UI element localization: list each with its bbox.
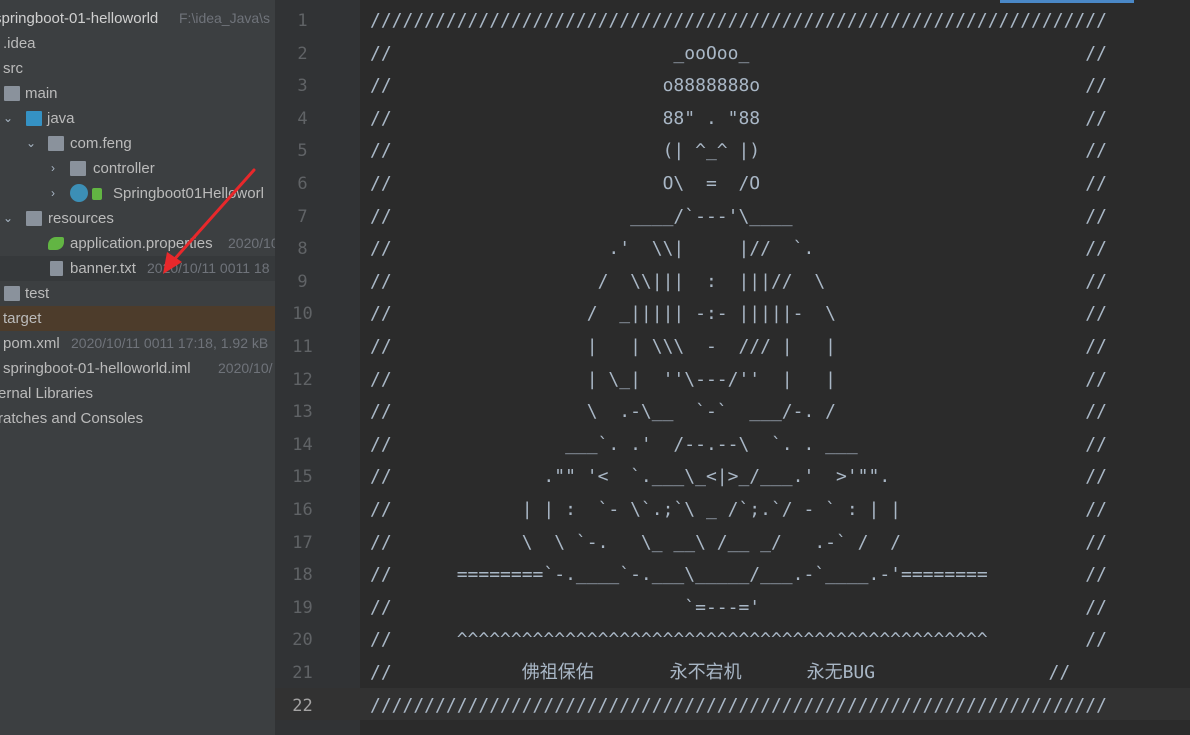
line-number: 1	[297, 11, 308, 31]
code-line[interactable]: // ========`-.____`-.___\_____/___.-`___…	[370, 559, 1107, 591]
code-line[interactable]: // / _||||| -:- |||||- \ //	[370, 298, 1107, 330]
tree-item-target[interactable]: target	[0, 306, 275, 331]
line-number: 4	[297, 108, 308, 129]
tree-item-label: pom.xml	[3, 335, 60, 352]
active-tab-indicator	[1000, 0, 1134, 3]
line-number: 10	[292, 304, 313, 325]
line-number: 16	[292, 500, 313, 520]
code-line[interactable]: // O\ = /O //	[370, 168, 1107, 200]
tree-item-scratches[interactable]: ratches and Consoles	[0, 406, 275, 431]
line-number: 5	[297, 141, 308, 162]
code-line[interactable]: // 88" . "88 //	[370, 103, 1107, 135]
line-number: 9	[297, 271, 308, 292]
code-line[interactable]: ////////////////////////////////////////…	[370, 690, 1107, 722]
code-line[interactable]: // / \\||| : |||// \ //	[370, 266, 1107, 298]
code-line[interactable]: // | | : `- \`.;`\ _ /`;.`/ - ` : | | //	[370, 494, 1107, 526]
code-line[interactable]: // \ \ `-. \_ __\ /__ _/ .-` / / //	[370, 527, 1107, 559]
code-line[interactable]: // o8888888o //	[370, 70, 1107, 102]
line-number: 19	[292, 597, 313, 618]
line-number: 14	[292, 434, 313, 455]
code-line[interactable]: // | | \\\ - /// | | //	[370, 331, 1107, 363]
code-line[interactable]: // | \_| ''\---/'' | | //	[370, 364, 1107, 396]
project-panel: springboot-01-helloworld F:\idea_Java\s …	[0, 0, 275, 735]
code-line[interactable]: // ^^^^^^^^^^^^^^^^^^^^^^^^^^^^^^^^^^^^^…	[370, 624, 1107, 656]
code-line[interactable]: // (| ^_^ |) //	[370, 135, 1107, 167]
tree-item-label: ratches and Consoles	[0, 410, 144, 427]
tree-item-label: springboot-01-helloworld.iml	[3, 360, 191, 377]
code-line[interactable]: // 佛祖保佑 永不宕机 永无BUG //	[370, 657, 1070, 689]
tree-item-meta: 2020/10/11 0011 17:18, 1.92 kB	[71, 335, 269, 351]
tree-item-meta: 2020/10/	[218, 360, 273, 376]
tree-item-pom-xml[interactable]: pom.xml 2020/10/11 0011 17:18, 1.92 kB	[0, 331, 275, 356]
line-number: 22	[292, 695, 313, 716]
line-number: 11	[292, 337, 313, 357]
line-number: 18	[292, 565, 313, 586]
code-line[interactable]: // \ .-\__ `-` ___/-. / //	[370, 396, 1107, 428]
code-line[interactable]: ////////////////////////////////////////…	[370, 5, 1107, 37]
code-line[interactable]: // ."" '< `.___\_<|>_/___.' >'"". //	[370, 461, 1107, 493]
line-number: 20	[292, 630, 313, 651]
code-line[interactable]: // .' \\| |// `. //	[370, 233, 1107, 265]
line-number: 2	[297, 43, 308, 64]
code-line[interactable]: // `=---=' //	[370, 592, 1107, 624]
code-line[interactable]: // ___`. .' /--.--\ `. . ___ //	[370, 429, 1107, 461]
line-number: 15	[292, 467, 313, 488]
line-number: 12	[292, 369, 313, 390]
line-number: 13	[292, 402, 313, 423]
tree-item-iml[interactable]: springboot-01-helloworld.iml 2020/10/	[0, 356, 275, 381]
line-number: 7	[297, 206, 308, 227]
tree-item-label: ernal Libraries	[0, 385, 94, 402]
tree-item-label: target	[3, 310, 42, 327]
line-number: 8	[297, 239, 308, 260]
line-number: 3	[297, 76, 308, 97]
code-line[interactable]: // _ooOoo_ //	[370, 38, 1107, 70]
line-number: 17	[292, 532, 313, 553]
code-line[interactable]: // ____/`---'\____ //	[370, 201, 1107, 233]
line-number: 21	[292, 663, 313, 683]
annotation-arrow-icon	[163, 168, 256, 274]
tree-item-external-libraries[interactable]: ernal Libraries	[0, 381, 275, 406]
line-number: 6	[297, 174, 308, 194]
